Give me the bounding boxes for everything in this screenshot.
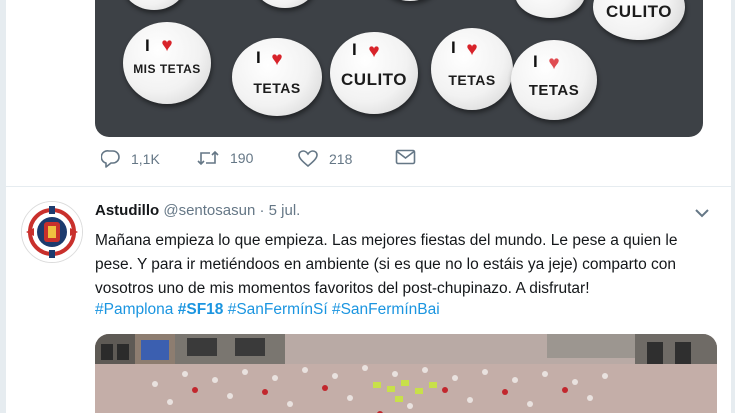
tweet-text: Mañana empieza lo que empieza. Las mejor…	[95, 232, 678, 297]
tweet-actions: 1,1K 190 218	[95, 149, 515, 179]
message-icon	[395, 149, 416, 165]
pin-button: ♥ I CULITO	[330, 32, 418, 114]
pin-button: ♥ I MIS TETAS	[123, 22, 211, 104]
pin-partial	[515, 0, 585, 18]
hashtag-link[interactable]: #SanFermínBai	[332, 301, 440, 318]
timeline: ♥ I MIS TETAS ♥ I TETAS ♥ I CULITO ♥ I T…	[6, 0, 731, 413]
reply-button[interactable]: 1,1K	[101, 149, 160, 168]
message-button[interactable]	[395, 149, 416, 165]
pin-partial	[255, 0, 315, 8]
hashtag-link[interactable]: #SF18	[178, 301, 224, 318]
chevron-down-icon	[695, 209, 709, 218]
reply-icon	[101, 150, 120, 168]
tweet-header: Astudillo @sentosasun · 5 jul.	[95, 202, 300, 219]
tweet-date[interactable]: 5 jul.	[269, 202, 301, 219]
pin-button: ♥ I TETAS	[232, 38, 322, 116]
author-handle[interactable]: @sentosasun	[163, 202, 255, 219]
pin-button: ♥ I TETAS	[431, 28, 513, 110]
like-count: 218	[329, 150, 353, 167]
pin-partial	[123, 0, 185, 10]
crowd-photo	[95, 334, 717, 413]
tweet-photo-pins[interactable]: ♥ I MIS TETAS ♥ I TETAS ♥ I CULITO ♥ I T…	[95, 0, 703, 137]
separator-dot: ·	[259, 202, 265, 219]
hashtag-link[interactable]: #Pamplona	[95, 301, 173, 318]
avatar-image	[22, 202, 82, 262]
hashtag-link[interactable]: #SanFermínSí	[228, 301, 328, 318]
like-button[interactable]: 218	[297, 149, 352, 168]
reply-count: 1,1K	[131, 150, 160, 167]
retweet-button[interactable]: 190	[196, 149, 253, 167]
tweet-menu-button[interactable]	[694, 206, 710, 224]
like-icon	[298, 150, 318, 168]
pin-button: ♥ I TETAS	[511, 40, 597, 120]
tweet-photo-crowd[interactable]	[95, 334, 717, 413]
avatar[interactable]	[21, 201, 83, 263]
tweet-hashtags: #Pamplona #SF18 #SanFermínSí #SanFermínB…	[95, 299, 440, 321]
retweet-icon	[197, 150, 219, 166]
pin-partial	[380, 0, 440, 1]
tweet-divider	[6, 186, 731, 187]
retweet-count: 190	[230, 150, 254, 166]
author-name[interactable]: Astudillo	[95, 202, 159, 219]
pin-button: CULITO	[593, 0, 685, 40]
